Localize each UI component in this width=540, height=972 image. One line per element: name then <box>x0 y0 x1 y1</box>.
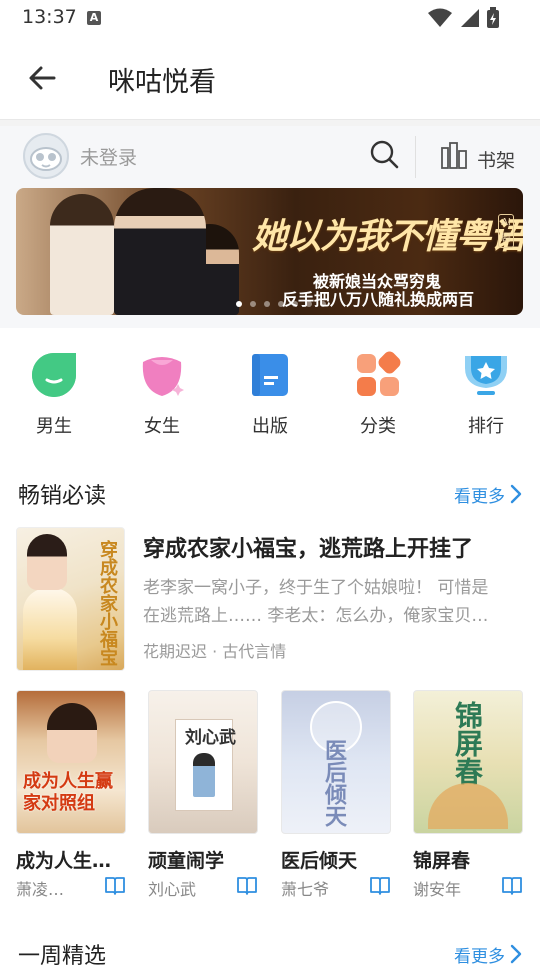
book-cover[interactable]: 锦屏春 <box>413 690 523 834</box>
section-title: 畅销必读 <box>18 484 107 509</box>
see-more-link[interactable]: 看更多 <box>454 942 505 967</box>
category-label: 女生 <box>144 416 180 437</box>
search-icon[interactable] <box>368 138 400 170</box>
banner-carousel[interactable]: 她以为我不懂粤语 AI剧 被新娘当众骂穷鬼 反手把八万八随礼换成两百 <box>16 188 523 315</box>
bookshelf-label[interactable]: 书架 <box>477 146 515 173</box>
cover-title-art: 刘心武 <box>185 728 236 748</box>
book-author: 萧七爷 <box>281 880 330 899</box>
chevron-right-icon[interactable] <box>509 484 523 504</box>
read-book-icon[interactable] <box>369 876 391 896</box>
book-card[interactable]: 医后倾天 医后倾天 萧七爷 <box>281 690 391 899</box>
status-icons <box>428 7 500 29</box>
featured-book[interactable]: 穿成农家小福宝 穿成农家小福宝，逃荒路上开挂了 老李家一窝小子，终于生了个姑娘啦… <box>16 527 524 672</box>
female-icon <box>142 357 184 396</box>
carousel-dots <box>236 301 326 307</box>
signal-icon <box>461 9 479 27</box>
read-book-icon[interactable] <box>501 876 523 896</box>
banner-ai-badge: AI剧 <box>498 214 514 248</box>
banner-figure <box>114 188 206 315</box>
banner-section: 她以为我不懂粤语 AI剧 被新娘当众骂穷鬼 反手把八万八随礼换成两百 <box>0 188 540 328</box>
book-cover[interactable]: 刘心武 <box>148 690 258 834</box>
book-card[interactable]: 锦屏春 锦屏春 谢安年 <box>413 690 523 899</box>
login-label[interactable]: 未登录 <box>80 143 137 170</box>
category-row: 男生 女生 出版 分类 排行 <box>0 340 540 440</box>
carousel-dot[interactable] <box>250 301 256 307</box>
read-book-icon[interactable] <box>104 876 126 896</box>
category-label: 排行 <box>468 416 504 437</box>
book-cover[interactable]: 医后倾天 <box>281 690 391 834</box>
carousel-dot[interactable] <box>306 301 312 307</box>
cover-title-art: 医后倾天 <box>321 739 347 827</box>
cover-figure <box>23 588 77 670</box>
section-header-bestseller: 畅销必读 看更多 <box>18 478 523 512</box>
avatar-icon[interactable] <box>22 132 70 180</box>
cover-figure <box>27 534 67 590</box>
book-title[interactable]: 锦屏春 <box>413 846 523 873</box>
book-meta: 花期迟迟 · 古代言情 <box>143 642 287 661</box>
book-grid: 成为人生赢家对照组 成为人生… 萧凌… 刘心武 顽童闹学 刘心武 医后倾天 医后… <box>0 690 540 900</box>
bookshelf-icon[interactable] <box>440 140 470 170</box>
category-label: 出版 <box>252 416 288 437</box>
cover-title-art: 成为人生赢家对照组 <box>23 771 113 814</box>
book-description: 老李家一窝小子，终于生了个姑娘啦！ 可惜是 <box>143 578 489 598</box>
cover-figure <box>428 783 508 829</box>
category-publish[interactable]: 出版 <box>230 350 310 438</box>
cover-figure <box>193 753 215 797</box>
category-ranking[interactable]: 排行 <box>446 350 526 438</box>
read-book-icon[interactable] <box>236 876 258 896</box>
book-title[interactable]: 成为人生… <box>16 846 126 873</box>
cover-title-art: 穿成农家小福宝 <box>97 540 118 666</box>
book-author: 谢安年 <box>413 880 462 899</box>
back-arrow-icon[interactable] <box>24 60 60 96</box>
carousel-dot[interactable] <box>320 301 326 307</box>
wifi-icon <box>428 8 452 27</box>
status-bar: 13:37 A <box>0 0 540 36</box>
grid-icon <box>357 351 401 396</box>
carousel-dot[interactable] <box>264 301 270 307</box>
user-bar: 未登录 书架 <box>0 126 540 188</box>
page-title: 咪咕悦看 <box>108 67 216 98</box>
category-label: 男生 <box>36 416 72 437</box>
book-author: 萧凌… <box>16 880 65 899</box>
status-time: 13:37 <box>22 6 77 28</box>
banner-figure <box>50 194 114 315</box>
category-male[interactable]: 男生 <box>14 350 94 438</box>
book-author: 刘心武 <box>148 880 197 899</box>
section-title: 一周精选 <box>18 944 107 969</box>
see-more-link[interactable]: 看更多 <box>454 482 505 507</box>
book-icon <box>252 354 288 396</box>
carousel-dot[interactable] <box>278 301 284 307</box>
book-cover[interactable]: 成为人生赢家对照组 <box>16 690 126 834</box>
category-female[interactable]: 女生 <box>122 350 202 438</box>
book-cover[interactable]: 穿成农家小福宝 <box>16 527 125 671</box>
notification-a-icon: A <box>87 11 101 25</box>
book-title[interactable]: 顽童闹学 <box>148 846 258 873</box>
book-title[interactable]: 医后倾天 <box>281 846 391 873</box>
category-classify[interactable]: 分类 <box>338 350 418 438</box>
battery-charging-icon <box>487 7 499 28</box>
cover-title-art: 锦屏春 <box>451 701 484 785</box>
carousel-dot[interactable] <box>292 301 298 307</box>
book-description: 在逃荒路上…… 李老太：怎么办，俺家宝贝… <box>143 606 489 626</box>
cover-figure <box>47 703 97 763</box>
chevron-right-icon[interactable] <box>509 944 523 964</box>
section-header-weekly: 一周精选 看更多 <box>18 938 523 972</box>
divider <box>415 136 416 178</box>
male-icon <box>32 353 76 397</box>
carousel-dot[interactable] <box>236 301 242 307</box>
book-title[interactable]: 穿成农家小福宝，逃荒路上开挂了 <box>143 531 473 563</box>
book-card[interactable]: 成为人生赢家对照组 成为人生… 萧凌… <box>16 690 126 899</box>
app-bar: 咪咕悦看 <box>0 36 540 120</box>
trophy-icon <box>465 356 507 395</box>
category-label: 分类 <box>360 416 396 437</box>
book-card[interactable]: 刘心武 顽童闹学 刘心武 <box>148 690 258 899</box>
banner-title: 她以为我不懂粤语 <box>252 216 523 257</box>
